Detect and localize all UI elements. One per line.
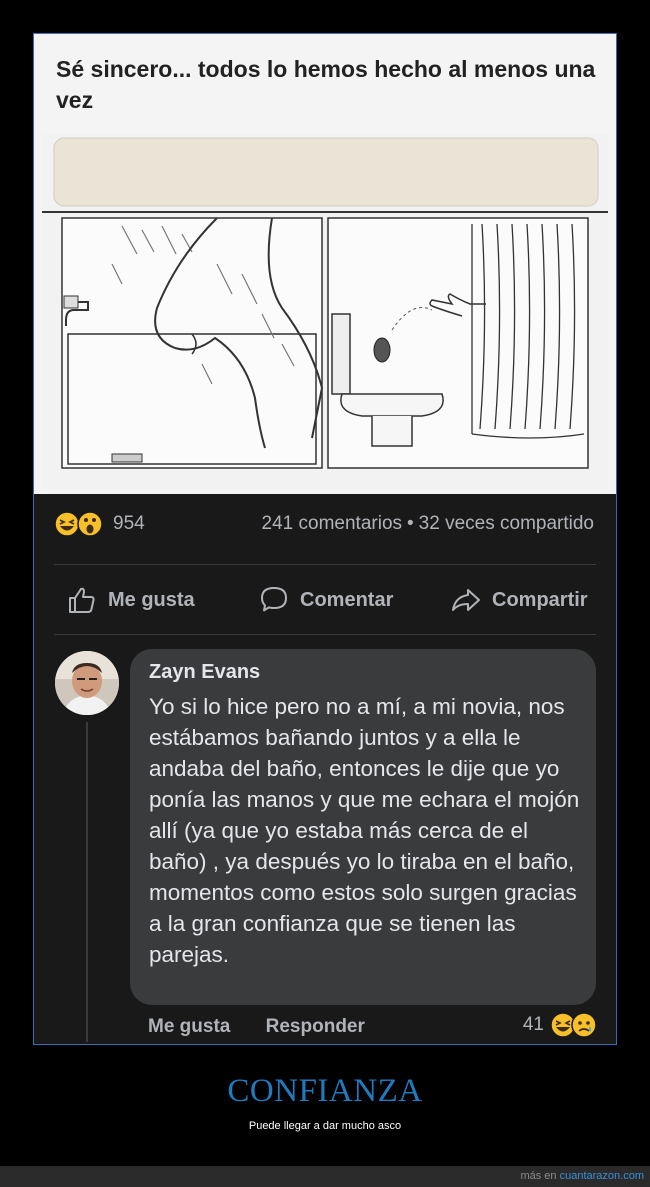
share-button[interactable]: Compartir — [450, 582, 588, 618]
shares-count[interactable]: 32 veces compartido — [419, 513, 594, 534]
comment-text: Yo si lo hice pero no a mí, a mi novia, … — [149, 694, 580, 967]
comic-drawing — [42, 134, 608, 489]
reaction-count[interactable]: 954 — [113, 513, 145, 535]
sad-emoji-icon — [571, 1012, 597, 1038]
caption-title: CONFIANZA — [227, 1073, 423, 1109]
comment-reply-button[interactable]: Responder — [266, 1016, 365, 1037]
like-label: Me gusta — [108, 588, 195, 611]
comment-button[interactable]: Comentar — [258, 582, 393, 618]
post-stats: 241 comentarios • 32 veces compartido — [262, 513, 594, 535]
comment-reactions[interactable]: 41 — [523, 1012, 598, 1038]
footer-bar: más en cuantarazon.com — [0, 1166, 650, 1187]
caption-subtitle: Puede llegar a dar mucho asco — [248, 1120, 402, 1132]
avatar[interactable] — [55, 651, 119, 715]
comment-author[interactable]: Zayn Evans — [149, 661, 260, 684]
comment-actions: Me gusta Responder — [148, 1016, 395, 1038]
comment-label: Comentar — [300, 588, 394, 611]
stats-separator: • — [407, 513, 414, 534]
speech-bubble-icon — [261, 587, 287, 612]
comment: Zayn Evans Yo si lo hice pero no a mí, a… — [34, 644, 616, 1044]
reactions-bar: 954 241 comentarios • 32 veces compartido — [34, 504, 616, 544]
divider — [54, 634, 596, 635]
post-actions: Me gusta Comentar Compartir — [34, 574, 616, 626]
footer-text: más en cuantarazon.com — [520, 1170, 644, 1182]
haha-emoji-icon — [54, 511, 80, 537]
thumbs-up-icon — [69, 587, 95, 613]
post-image: Sé sincero... todos lo hemos hecho al me… — [34, 34, 616, 494]
screenshot-frame: Sé sincero... todos lo hemos hecho al me… — [33, 33, 617, 1045]
share-label: Compartir — [492, 588, 588, 611]
wow-emoji-icon — [77, 511, 103, 537]
share-arrow-icon — [452, 589, 480, 611]
reaction-icons[interactable] — [54, 511, 110, 537]
footer-prefix: más en — [520, 1170, 557, 1182]
post-title: Sé sincero... todos lo hemos hecho al me… — [56, 56, 596, 113]
comment-bubble: Zayn Evans Yo si lo hice pero no a mí, a… — [130, 649, 596, 1005]
comment-like-button[interactable]: Me gusta — [148, 1016, 230, 1037]
divider — [54, 564, 596, 565]
comment-reaction-count: 41 — [522, 1014, 544, 1035]
thread-line — [86, 722, 88, 1042]
site-link[interactable]: cuantarazon.com — [560, 1170, 644, 1182]
comic-illustration — [42, 134, 608, 489]
like-button[interactable]: Me gusta — [66, 582, 195, 618]
comments-count[interactable]: 241 comentarios — [262, 513, 402, 534]
